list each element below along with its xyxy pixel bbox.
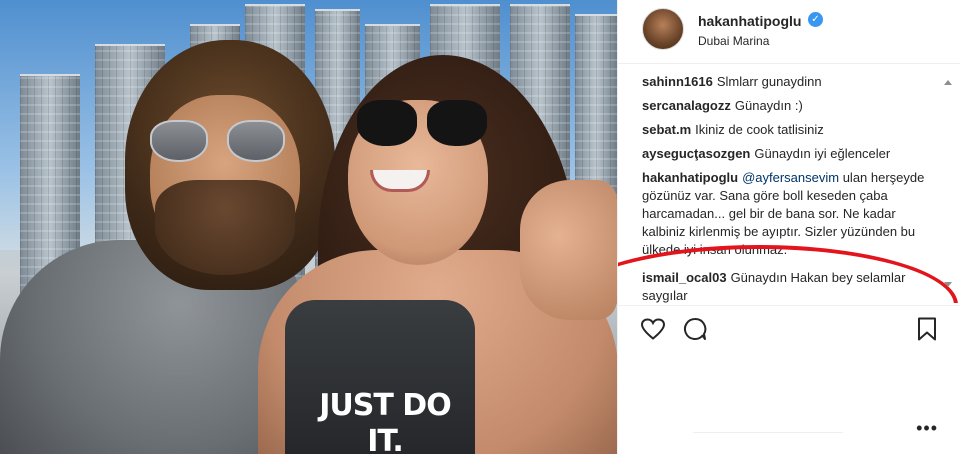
avatar[interactable]: [642, 8, 684, 50]
comment-text: Günaydın iyi eğlenceler: [754, 146, 891, 161]
verified-badge-icon: ✓: [808, 12, 823, 27]
comment-highlighted: hakanhatipoglu @ayfersansevim ulan herşey…: [642, 169, 942, 259]
comment-author[interactable]: aysegucţasozgen: [642, 146, 750, 161]
comment-text: Slmlarr gunaydinn: [716, 74, 822, 89]
comment: sebat.m Ikiniz de cook tatlisiniz: [642, 121, 942, 139]
comment: sahinn1616 Slmlarr gunaydinn: [642, 73, 942, 91]
comment-bubble-icon[interactable]: [682, 316, 708, 342]
post-photo[interactable]: JUST DO IT.: [0, 0, 617, 454]
comment-input-divider: [693, 432, 843, 433]
woman-sunglasses: [357, 100, 487, 148]
shirt-slogan: JUST DO IT.: [319, 388, 451, 454]
comment-author[interactable]: hakanhatipoglu: [642, 170, 738, 185]
more-options-icon[interactable]: •••: [916, 418, 938, 439]
comment-author[interactable]: sercanalagozz: [642, 98, 731, 113]
comment-text: Ikiniz de cook tatlisiniz: [695, 122, 824, 137]
scroll-up-arrow-icon[interactable]: [944, 80, 952, 85]
comment-author[interactable]: sebat.m: [642, 122, 691, 137]
scroll-down-arrow-icon[interactable]: [944, 282, 952, 287]
woman-arm: [520, 180, 617, 320]
comment-text: Günaydın :): [734, 98, 803, 113]
comment-author[interactable]: ismail_ocal03: [642, 270, 727, 285]
man-beard: [155, 180, 295, 275]
comments-list[interactable]: sahinn1616 Slmlarr gunaydinn sercanalagoz…: [618, 73, 960, 303]
comment: ismail_ocal03 Günaydın Hakan bey selamlar…: [642, 269, 942, 303]
man-sunglasses: [150, 120, 285, 165]
post-side-panel: hakanhatipoglu ✓ Dubai Marina sahinn1616…: [617, 0, 960, 454]
comment-author[interactable]: sahinn1616: [642, 74, 713, 89]
heart-icon[interactable]: [640, 316, 666, 342]
post-header: hakanhatipoglu ✓ Dubai Marina: [618, 0, 960, 64]
comment: aysegucţasozgen Günaydın iyi eğlenceler: [642, 145, 942, 163]
comment: sercanalagozz Günaydın :): [642, 97, 942, 115]
post-username[interactable]: hakanhatipoglu: [698, 13, 801, 29]
instagram-post: JUST DO IT. hakanhatipoglu ✓ Dubai Marin…: [0, 0, 960, 454]
comment-mention[interactable]: @ayfersansevim: [742, 170, 839, 185]
post-actions: [618, 305, 960, 349]
bookmark-icon[interactable]: [914, 316, 940, 342]
post-location[interactable]: Dubai Marina: [698, 34, 769, 48]
